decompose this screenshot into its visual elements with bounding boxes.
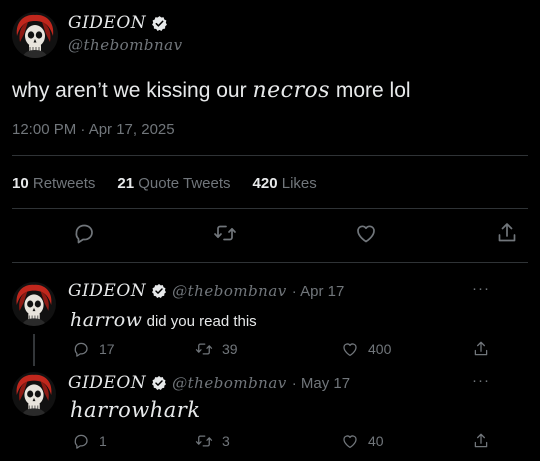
reply-date[interactable]: · May 17 [292, 375, 350, 392]
reply-text-styled: harrowhark [70, 398, 201, 422]
retweet-button[interactable]: 3 [195, 432, 230, 450]
reply-icon [72, 432, 90, 450]
tweet-stats: 10 Retweets 21 Quote Tweets 420 Likes [12, 175, 317, 192]
retweet-icon [195, 432, 213, 450]
reply-avatar[interactable] [12, 282, 56, 326]
reply-button[interactable]: 1 [72, 432, 107, 450]
reply-action-bar: 1 3 40 [0, 432, 540, 452]
retweets-stat[interactable]: 10 Retweets [12, 175, 95, 192]
likes-count: 420 [252, 175, 278, 192]
share-button[interactable] [472, 340, 490, 358]
reply-count: 17 [99, 341, 115, 357]
reply-header: GIDEON @thebombnav · Apr 17 [68, 281, 344, 301]
reply-author-name[interactable]: GIDEON [68, 281, 146, 301]
reply-text-plain: did you read this [146, 313, 257, 330]
tweet-text-before: why aren’t we kissing our [12, 79, 247, 102]
reply-handle[interactable]: @thebombnav [172, 282, 287, 300]
divider [12, 155, 528, 156]
share-icon [495, 221, 519, 245]
divider [12, 208, 528, 209]
more-options-button[interactable]: ··· [472, 280, 490, 297]
share-icon [472, 340, 490, 358]
reply-date[interactable]: · Apr 17 [292, 283, 345, 300]
retweet-icon [213, 221, 237, 245]
quote-tweets-label: Quote Tweets [138, 175, 231, 192]
heart-icon [354, 221, 378, 245]
tweet-text-styled: necros [252, 78, 331, 103]
retweet-button[interactable] [212, 220, 238, 246]
retweet-count: 39 [222, 341, 238, 357]
tweet-action-bar [0, 220, 540, 248]
retweet-button[interactable]: 39 [195, 340, 238, 358]
share-button[interactable] [494, 220, 520, 246]
retweet-count: 3 [222, 433, 230, 449]
reply-button[interactable] [71, 220, 97, 246]
like-button[interactable]: 40 [341, 432, 384, 450]
quote-tweets-count: 21 [117, 175, 135, 192]
author-name[interactable]: GIDEON [68, 13, 146, 33]
reply-action-bar: 17 39 400 [0, 340, 540, 360]
tweet-text: why aren’t we kissing our necros more lo… [12, 78, 411, 103]
reply-header: GIDEON @thebombnav · May 17 [68, 373, 350, 393]
reply-count: 1 [99, 433, 107, 449]
share-icon [472, 432, 490, 450]
verified-badge-icon [151, 15, 168, 32]
reply-text: harrow did you read this [70, 309, 257, 331]
reply-icon [72, 340, 90, 358]
reply-author-name[interactable]: GIDEON [68, 373, 146, 393]
verified-badge-icon [151, 283, 167, 299]
like-count: 400 [368, 341, 392, 357]
author-avatar[interactable] [12, 12, 58, 58]
divider [12, 262, 528, 263]
reply-text: harrowhark [70, 398, 201, 422]
reply-avatar[interactable] [12, 372, 56, 416]
skull-avatar [12, 282, 56, 326]
tweet-timestamp[interactable]: 12:00 PM · Apr 17, 2025 [12, 121, 175, 138]
quote-tweets-stat[interactable]: 21 Quote Tweets [117, 175, 230, 192]
reply-icon [72, 221, 96, 245]
author-handle[interactable]: @thebombnav [68, 36, 183, 54]
reply-text-styled: harrow [70, 309, 143, 331]
like-button[interactable] [353, 220, 379, 246]
heart-icon [341, 340, 359, 358]
tweet-text-after: more lol [335, 79, 411, 102]
likes-label: Likes [281, 175, 317, 192]
skull-avatar [12, 372, 56, 416]
reply-button[interactable]: 17 [72, 340, 115, 358]
retweets-count: 10 [12, 175, 29, 192]
verified-badge-icon [151, 375, 167, 391]
skull-avatar [12, 12, 58, 58]
more-options-button[interactable]: ··· [472, 372, 490, 389]
heart-icon [341, 432, 359, 450]
like-count: 40 [368, 433, 384, 449]
like-button[interactable]: 400 [341, 340, 391, 358]
share-button[interactable] [472, 432, 490, 450]
retweet-icon [195, 340, 213, 358]
reply-handle[interactable]: @thebombnav [172, 374, 287, 392]
retweets-label: Retweets [32, 175, 96, 192]
author-name-row[interactable]: GIDEON [68, 13, 168, 33]
likes-stat[interactable]: 420 Likes [253, 175, 317, 192]
